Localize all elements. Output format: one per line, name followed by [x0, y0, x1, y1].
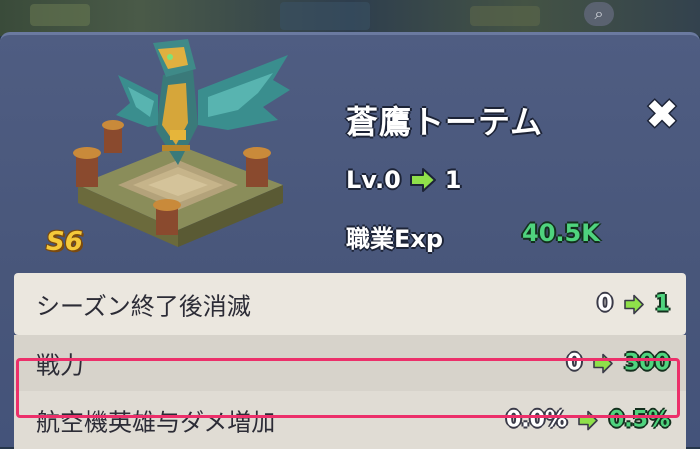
arrow-right-icon: [409, 168, 436, 192]
stat-label: シーズン終了後消滅: [36, 292, 251, 321]
stat-row: 航空機英雄与ダメ増加 0.0% 0.5%: [14, 391, 686, 449]
stat-next-value: 300: [624, 350, 670, 376]
map-terrain: [280, 2, 370, 30]
background-map: ⌕: [0, 0, 700, 36]
map-toggle-icon[interactable]: ⌕: [584, 2, 614, 26]
stat-label: 航空機英雄与ダメ増加: [36, 408, 276, 437]
stat-values: 0 300: [567, 351, 670, 376]
stat-current-value: 0: [597, 291, 613, 317]
stats-list: シーズン終了後消滅 0 1 戦力 0 300 航空機英雄与ダメ増加 0.0% 0…: [14, 273, 686, 449]
level-row: Lv.0 1: [346, 163, 462, 197]
stat-row: 戦力 0 300: [14, 335, 686, 391]
stat-current-value: 0.0%: [505, 407, 567, 433]
exp-value: 40.5K: [522, 219, 600, 247]
stat-values: 0 1: [597, 292, 670, 317]
building-info-panel: S6 蒼鷹トーテム ✖ Lv.0 1 職業Exp 40.5K シーズン終了後消滅…: [0, 32, 700, 449]
map-terrain: [30, 4, 90, 26]
arrow-right-icon: [578, 410, 598, 430]
level-current: Lv.0: [346, 166, 401, 194]
close-icon[interactable]: ✖: [640, 93, 684, 137]
stat-row: シーズン終了後消滅 0 1: [14, 273, 686, 335]
exp-label: 職業Exp: [346, 225, 444, 253]
arrow-right-icon: [623, 294, 644, 314]
season-badge: S6: [46, 227, 83, 257]
totem-building-image: [73, 39, 290, 247]
stat-values: 0.0% 0.5%: [506, 408, 670, 433]
map-terrain: [470, 6, 540, 26]
stat-label: 戦力: [36, 351, 84, 380]
stat-next-value: 1: [654, 291, 670, 317]
building-title: 蒼鷹トーテム: [346, 103, 544, 141]
arrow-right-icon: [593, 353, 613, 373]
stat-next-value: 0.5%: [608, 407, 670, 433]
level-next: 1: [444, 166, 462, 194]
stat-current-value: 0: [566, 350, 583, 376]
